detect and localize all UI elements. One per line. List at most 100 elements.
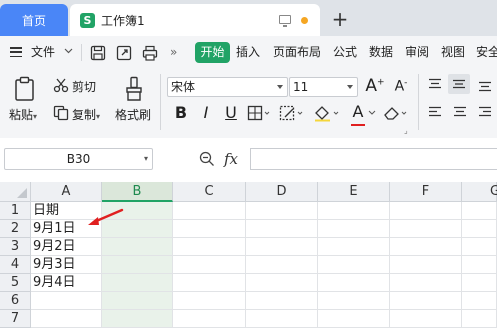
decrease-font-size-button[interactable]: A- [390,78,412,95]
cell-g5[interactable] [462,274,497,292]
cell-f3[interactable] [390,238,462,256]
cell-b6[interactable] [102,292,173,310]
column-header-e[interactable]: E [318,182,390,202]
row-header-5[interactable]: 5 [0,274,31,292]
cell-e2[interactable] [318,220,390,238]
cell-g6[interactable] [462,292,497,310]
underline-button[interactable]: U [220,103,242,122]
cell-f7[interactable] [390,310,462,328]
menu-tab-security[interactable]: 安全 [476,43,497,62]
column-header-a[interactable]: A [31,182,102,202]
column-header-g[interactable]: G [462,182,497,202]
cell-a5[interactable]: 9月4日 [31,274,102,292]
cell-g7[interactable] [462,310,497,328]
cell-c4[interactable] [173,256,246,274]
column-header-b[interactable]: B [102,182,173,202]
fx-icon[interactable]: fx [224,150,238,168]
cell-d5[interactable] [246,274,318,292]
name-box[interactable]: B30 ▾ [4,148,153,170]
chevron-down-icon[interactable] [368,110,376,116]
formula-input[interactable] [250,148,497,170]
row-header-7[interactable]: 7 [0,310,31,328]
cell-shading-icon[interactable] [279,105,305,121]
row-header-1[interactable]: 1 [0,202,31,220]
italic-button[interactable]: I [195,103,217,122]
align-right-icon[interactable] [478,106,492,118]
row-header-2[interactable]: 2 [0,220,31,238]
cell-f1[interactable] [390,202,462,220]
zoom-formula-icon[interactable] [199,151,215,167]
cell-e5[interactable] [318,274,390,292]
cell-g1[interactable] [462,202,497,220]
cut-button[interactable]: 剪切 [72,78,96,95]
cell-c1[interactable] [173,202,246,220]
cell-a4[interactable]: 9月3日 [31,256,102,274]
cell-f2[interactable] [390,220,462,238]
hamburger-menu-icon[interactable] [10,47,22,58]
cell-g2[interactable] [462,220,497,238]
cell-d2[interactable] [246,220,318,238]
cell-a7[interactable] [31,310,102,328]
fill-color-icon[interactable] [313,104,341,122]
cell-e3[interactable] [318,238,390,256]
font-color-button[interactable]: A [347,102,369,126]
bold-button[interactable]: B [170,103,192,122]
menu-tab-start[interactable]: 开始 [195,42,230,63]
print-icon[interactable] [141,44,159,62]
borders-icon[interactable] [247,105,271,121]
document-tab[interactable]: S 工作簿1 [70,4,320,36]
align-left-icon[interactable] [428,106,442,118]
cell-d6[interactable] [246,292,318,310]
format-painter-button[interactable]: 格式刷 [115,106,151,123]
cell-g4[interactable] [462,256,497,274]
row-header-4[interactable]: 4 [0,256,31,274]
menu-tab-data[interactable]: 数据 [369,43,393,62]
cell-d7[interactable] [246,310,318,328]
font-name-select[interactable]: 宋体 [167,77,288,97]
cell-b5[interactable] [102,274,173,292]
cell-e4[interactable] [318,256,390,274]
cell-c7[interactable] [173,310,246,328]
copy-button[interactable]: 复制▾ [72,106,100,123]
paste-button[interactable]: 粘贴▾ [9,106,37,123]
column-header-f[interactable]: F [390,182,462,202]
file-menu[interactable]: 文件 [31,43,73,62]
cell-g3[interactable] [462,238,497,256]
cell-c3[interactable] [173,238,246,256]
cell-a6[interactable] [31,292,102,310]
align-bottom-icon[interactable] [478,80,492,92]
home-tab[interactable]: 首页 [0,4,68,36]
cell-e6[interactable] [318,292,390,310]
cell-c2[interactable] [173,220,246,238]
format-painter-icon[interactable] [124,76,144,102]
cell-d4[interactable] [246,256,318,274]
menu-tab-insert[interactable]: 插入 [236,43,260,62]
cell-b4[interactable] [102,256,173,274]
cell-f4[interactable] [390,256,462,274]
align-top-icon[interactable] [428,78,442,90]
scissors-icon[interactable] [53,77,69,93]
cell-d1[interactable] [246,202,318,220]
align-center-icon[interactable] [453,106,467,118]
new-tab-button[interactable]: + [329,4,351,34]
font-size-select[interactable]: 11 [289,77,358,97]
row-header-6[interactable]: 6 [0,292,31,310]
font-dialog-launcher-icon[interactable]: ⌟ [404,126,408,135]
more-quick-tools[interactable]: » [170,43,177,62]
cell-e7[interactable] [318,310,390,328]
menu-tab-view[interactable]: 视图 [441,43,465,62]
save-icon[interactable] [89,44,107,62]
cell-a3[interactable]: 9月2日 [31,238,102,256]
menu-tab-formulas[interactable]: 公式 [333,43,357,62]
cell-f5[interactable] [390,274,462,292]
cell-c5[interactable] [173,274,246,292]
align-middle-button[interactable] [448,74,470,94]
paste-icon[interactable] [12,76,38,102]
cell-c6[interactable] [173,292,246,310]
monitor-icon[interactable] [279,15,291,27]
menu-tab-review[interactable]: 审阅 [405,43,429,62]
export-icon[interactable] [115,44,133,62]
row-header-3[interactable]: 3 [0,238,31,256]
select-all-corner[interactable] [0,182,31,202]
column-header-d[interactable]: D [246,182,318,202]
